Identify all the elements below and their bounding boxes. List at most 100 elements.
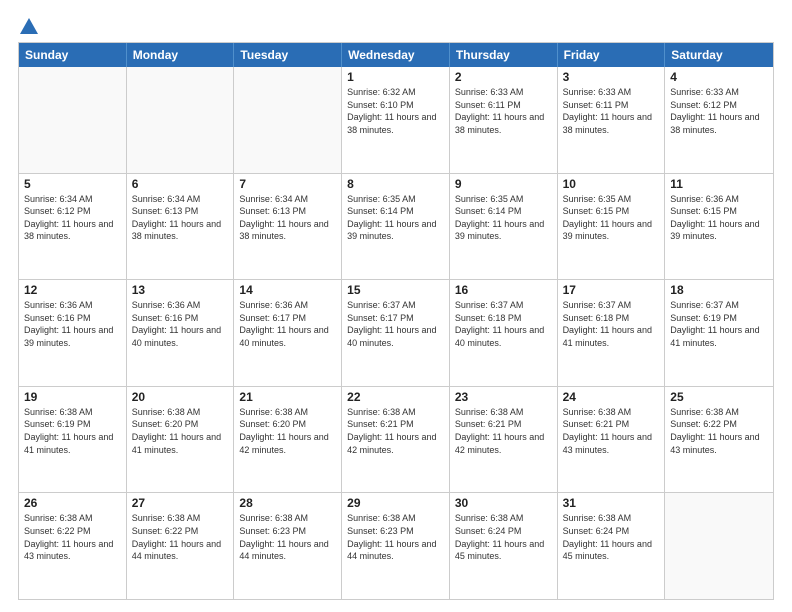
calendar-cell: 4Sunrise: 6:33 AM Sunset: 6:12 PM Daylig… [665, 67, 773, 173]
day-number: 27 [132, 496, 229, 510]
day-info: Sunrise: 6:38 AM Sunset: 6:22 PM Dayligh… [670, 406, 768, 456]
day-number: 28 [239, 496, 336, 510]
day-info: Sunrise: 6:38 AM Sunset: 6:21 PM Dayligh… [563, 406, 660, 456]
day-info: Sunrise: 6:38 AM Sunset: 6:24 PM Dayligh… [563, 512, 660, 562]
calendar-cell [19, 67, 127, 173]
day-info: Sunrise: 6:38 AM Sunset: 6:21 PM Dayligh… [455, 406, 552, 456]
calendar-cell: 30 Sunrise: 6:38 AM Sunset: 6:24 PM Dayli… [450, 493, 558, 599]
day-number: 30 [455, 496, 552, 510]
day-number: 7 [239, 177, 336, 191]
calendar-header-cell: Friday [558, 43, 666, 67]
calendar-header-cell: Thursday [450, 43, 558, 67]
calendar-body: 1 Sunrise: 6:32 AM Sunset: 6:10 PM Daylig… [19, 67, 773, 599]
calendar-cell [127, 67, 235, 173]
calendar-header-cell: Wednesday [342, 43, 450, 67]
day-number: 6 [132, 177, 229, 191]
day-info: Sunrise: 6:38 AM Sunset: 6:21 PM Dayligh… [347, 406, 444, 456]
calendar-cell: 13 Sunrise: 6:36 AM Sunset: 6:16 PM Dayli… [127, 280, 235, 386]
calendar-cell: 6 Sunrise: 6:34 AM Sunset: 6:13 PM Daylig… [127, 174, 235, 280]
calendar-row: 19Sunrise: 6:38 AM Sunset: 6:19 PM Dayli… [19, 386, 773, 493]
day-info: Sunrise: 6:34 AM Sunset: 6:12 PM Dayligh… [24, 193, 121, 243]
day-info: Sunrise: 6:36 AM Sunset: 6:16 PM Dayligh… [24, 299, 121, 349]
calendar-cell: 2 Sunrise: 6:33 AM Sunset: 6:11 PM Daylig… [450, 67, 558, 173]
calendar-cell: 17Sunrise: 6:37 AM Sunset: 6:18 PM Dayli… [558, 280, 666, 386]
calendar-cell: 21 Sunrise: 6:38 AM Sunset: 6:20 PM Dayli… [234, 387, 342, 493]
calendar-cell: 26 Sunrise: 6:38 AM Sunset: 6:22 PM Dayli… [19, 493, 127, 599]
day-number: 29 [347, 496, 444, 510]
day-info: Sunrise: 6:37 AM Sunset: 6:17 PM Dayligh… [347, 299, 444, 349]
day-number: 31 [563, 496, 660, 510]
day-info: Sunrise: 6:36 AM Sunset: 6:15 PM Dayligh… [670, 193, 768, 243]
calendar-cell: 5 Sunrise: 6:34 AM Sunset: 6:12 PM Daylig… [19, 174, 127, 280]
day-info: Sunrise: 6:36 AM Sunset: 6:16 PM Dayligh… [132, 299, 229, 349]
day-info: Sunrise: 6:38 AM Sunset: 6:20 PM Dayligh… [239, 406, 336, 456]
calendar-cell: 15 Sunrise: 6:37 AM Sunset: 6:17 PM Dayli… [342, 280, 450, 386]
calendar-header-cell: Saturday [665, 43, 773, 67]
calendar-cell: 31 Sunrise: 6:38 AM Sunset: 6:24 PM Dayli… [558, 493, 666, 599]
day-info: Sunrise: 6:38 AM Sunset: 6:23 PM Dayligh… [239, 512, 336, 562]
page: SundayMondayTuesdayWednesdayThursdayFrid… [0, 0, 792, 612]
calendar-cell: 9Sunrise: 6:35 AM Sunset: 6:14 PM Daylig… [450, 174, 558, 280]
logo-triangle-icon [20, 18, 38, 34]
day-number: 12 [24, 283, 121, 297]
day-info: Sunrise: 6:38 AM Sunset: 6:24 PM Dayligh… [455, 512, 552, 562]
calendar-cell: 8Sunrise: 6:35 AM Sunset: 6:14 PM Daylig… [342, 174, 450, 280]
day-number: 17 [563, 283, 660, 297]
calendar: SundayMondayTuesdayWednesdayThursdayFrid… [18, 42, 774, 600]
day-number: 4 [670, 70, 768, 84]
day-number: 13 [132, 283, 229, 297]
calendar-cell: 27 Sunrise: 6:38 AM Sunset: 6:22 PM Dayli… [127, 493, 235, 599]
logo [18, 18, 38, 32]
calendar-cell: 3 Sunrise: 6:33 AM Sunset: 6:11 PM Daylig… [558, 67, 666, 173]
day-number: 1 [347, 70, 444, 84]
day-info: Sunrise: 6:38 AM Sunset: 6:20 PM Dayligh… [132, 406, 229, 456]
calendar-cell: 19Sunrise: 6:38 AM Sunset: 6:19 PM Dayli… [19, 387, 127, 493]
day-number: 9 [455, 177, 552, 191]
day-number: 5 [24, 177, 121, 191]
day-number: 22 [347, 390, 444, 404]
day-info: Sunrise: 6:37 AM Sunset: 6:18 PM Dayligh… [455, 299, 552, 349]
calendar-header: SundayMondayTuesdayWednesdayThursdayFrid… [19, 43, 773, 67]
calendar-row: 12 Sunrise: 6:36 AM Sunset: 6:16 PM Dayli… [19, 279, 773, 386]
calendar-cell: 16 Sunrise: 6:37 AM Sunset: 6:18 PM Dayli… [450, 280, 558, 386]
calendar-cell: 14Sunrise: 6:36 AM Sunset: 6:17 PM Dayli… [234, 280, 342, 386]
day-info: Sunrise: 6:34 AM Sunset: 6:13 PM Dayligh… [239, 193, 336, 243]
day-number: 20 [132, 390, 229, 404]
day-number: 2 [455, 70, 552, 84]
day-number: 3 [563, 70, 660, 84]
day-info: Sunrise: 6:33 AM Sunset: 6:11 PM Dayligh… [563, 86, 660, 136]
day-number: 11 [670, 177, 768, 191]
calendar-cell: 7 Sunrise: 6:34 AM Sunset: 6:13 PM Daylig… [234, 174, 342, 280]
day-info: Sunrise: 6:34 AM Sunset: 6:13 PM Dayligh… [132, 193, 229, 243]
calendar-cell: 29 Sunrise: 6:38 AM Sunset: 6:23 PM Dayli… [342, 493, 450, 599]
day-number: 8 [347, 177, 444, 191]
calendar-row: 1 Sunrise: 6:32 AM Sunset: 6:10 PM Daylig… [19, 67, 773, 173]
day-info: Sunrise: 6:35 AM Sunset: 6:15 PM Dayligh… [563, 193, 660, 243]
day-number: 16 [455, 283, 552, 297]
calendar-header-cell: Monday [127, 43, 235, 67]
header [18, 18, 774, 32]
day-info: Sunrise: 6:32 AM Sunset: 6:10 PM Dayligh… [347, 86, 444, 136]
calendar-cell: 20 Sunrise: 6:38 AM Sunset: 6:20 PM Dayli… [127, 387, 235, 493]
day-number: 15 [347, 283, 444, 297]
calendar-cell: 11 Sunrise: 6:36 AM Sunset: 6:15 PM Dayli… [665, 174, 773, 280]
day-info: Sunrise: 6:38 AM Sunset: 6:22 PM Dayligh… [24, 512, 121, 562]
calendar-cell: 24Sunrise: 6:38 AM Sunset: 6:21 PM Dayli… [558, 387, 666, 493]
calendar-cell: 22 Sunrise: 6:38 AM Sunset: 6:21 PM Dayli… [342, 387, 450, 493]
day-info: Sunrise: 6:38 AM Sunset: 6:22 PM Dayligh… [132, 512, 229, 562]
calendar-cell: 23 Sunrise: 6:38 AM Sunset: 6:21 PM Dayli… [450, 387, 558, 493]
calendar-cell: 10Sunrise: 6:35 AM Sunset: 6:15 PM Dayli… [558, 174, 666, 280]
calendar-cell [665, 493, 773, 599]
day-number: 26 [24, 496, 121, 510]
calendar-row: 26 Sunrise: 6:38 AM Sunset: 6:22 PM Dayli… [19, 492, 773, 599]
day-number: 23 [455, 390, 552, 404]
calendar-cell: 25Sunrise: 6:38 AM Sunset: 6:22 PM Dayli… [665, 387, 773, 493]
calendar-header-cell: Sunday [19, 43, 127, 67]
calendar-header-cell: Tuesday [234, 43, 342, 67]
day-info: Sunrise: 6:38 AM Sunset: 6:23 PM Dayligh… [347, 512, 444, 562]
calendar-cell: 28 Sunrise: 6:38 AM Sunset: 6:23 PM Dayli… [234, 493, 342, 599]
day-number: 21 [239, 390, 336, 404]
calendar-cell: 12 Sunrise: 6:36 AM Sunset: 6:16 PM Dayli… [19, 280, 127, 386]
day-info: Sunrise: 6:33 AM Sunset: 6:11 PM Dayligh… [455, 86, 552, 136]
day-info: Sunrise: 6:38 AM Sunset: 6:19 PM Dayligh… [24, 406, 121, 456]
